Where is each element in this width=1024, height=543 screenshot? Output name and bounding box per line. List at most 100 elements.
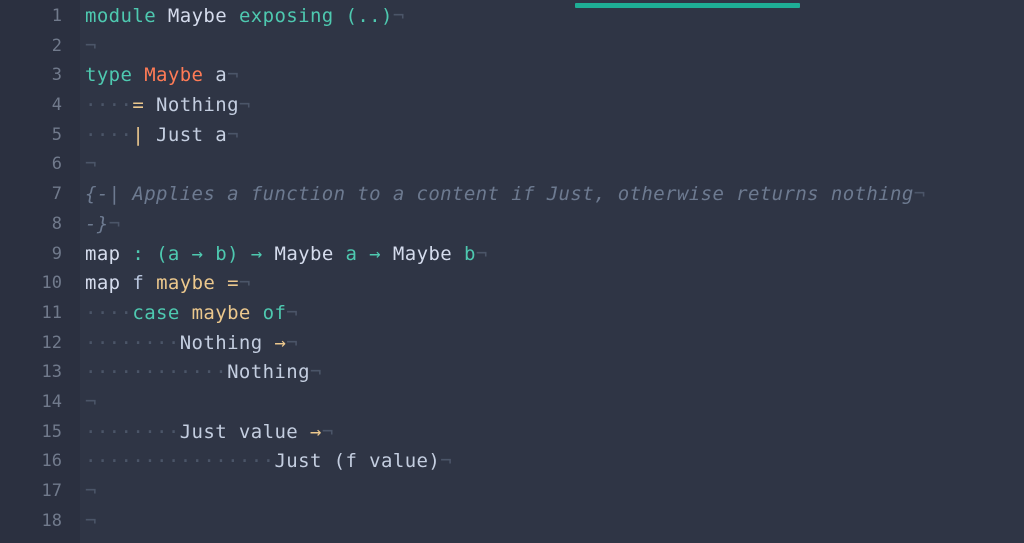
- line-number: 7: [51, 184, 62, 205]
- code-line[interactable]: module Maybe exposing (..)¬: [85, 2, 1024, 32]
- line-number: 15: [41, 421, 62, 442]
- whitespace-marker: ····: [85, 94, 133, 117]
- code-token: value: [369, 450, 429, 473]
- line-number: 13: [41, 362, 62, 383]
- line-number: 1: [51, 6, 62, 26]
- code-line[interactable]: map : (a → b) → Maybe a → Maybe b¬: [85, 240, 1024, 270]
- code-token: =: [227, 272, 239, 295]
- eol-marker: ¬: [227, 123, 239, 146]
- code-token: Maybe: [167, 5, 228, 27]
- code-line[interactable]: ¬: [85, 150, 1024, 180]
- line-number: 11: [41, 302, 62, 323]
- eol-marker: ¬: [227, 64, 239, 87]
- code-line[interactable]: ····| Just a¬: [85, 121, 1024, 151]
- code-token: case: [132, 301, 180, 324]
- code-token: f: [132, 272, 145, 295]
- accent-progress-bar: [575, 3, 800, 8]
- code-line[interactable]: ¬: [85, 388, 1024, 418]
- whitespace-marker: ····: [85, 123, 133, 146]
- code-token: Maybe: [274, 242, 334, 265]
- eol-marker: ¬: [286, 331, 299, 354]
- code-line[interactable]: ¬: [85, 32, 1024, 62]
- whitespace-marker: ········: [85, 420, 180, 443]
- code-token: Just: [274, 450, 322, 473]
- code-token: exposing: [238, 5, 334, 27]
- code-token: =: [132, 94, 145, 117]
- code-line[interactable]: map f maybe =¬: [85, 269, 1024, 299]
- line-number: 18: [41, 510, 62, 531]
- code-line[interactable]: ····= Nothing¬: [85, 91, 1024, 121]
- code-line[interactable]: ········Just value →¬: [85, 418, 1024, 448]
- eol-marker: ¬: [475, 242, 488, 265]
- code-line[interactable]: ¬: [85, 477, 1024, 507]
- eol-marker: ¬: [85, 34, 97, 57]
- eol-marker: ¬: [108, 212, 121, 235]
- code-token: (: [333, 450, 346, 473]
- eol-marker: ¬: [392, 5, 405, 27]
- code-token: type: [85, 64, 133, 87]
- code-token: a: [215, 123, 228, 146]
- code-token: Nothing: [227, 361, 310, 384]
- code-token: a: [215, 64, 228, 87]
- code-token: Just: [156, 123, 204, 146]
- code-editor[interactable]: 1 2 3 4 5 6 7 8 9 10 11 12 13 14 15 16 17 18 module Maybe…: [0, 0, 1024, 543]
- line-number: 5: [51, 124, 62, 145]
- line-number: 2: [51, 35, 62, 56]
- code-token: a: [167, 242, 180, 265]
- code-line[interactable]: ····case maybe of¬: [85, 299, 1024, 329]
- code-line[interactable]: ¬: [85, 507, 1024, 537]
- line-number-gutter: 1 2 3 4 5 6 7 8 9 10 11 12 13 14 15 16 17 18: [0, 0, 80, 543]
- code-token: map: [85, 272, 121, 295]
- eol-marker: ¬: [238, 272, 251, 295]
- code-token: b: [215, 242, 228, 265]
- code-token: map: [85, 242, 121, 265]
- eol-marker: ¬: [85, 390, 97, 413]
- line-number: 9: [51, 243, 62, 264]
- line-number: 8: [51, 213, 62, 234]
- whitespace-marker: ········: [85, 331, 180, 354]
- eol-marker: ¬: [440, 450, 453, 473]
- code-content-area[interactable]: module Maybe exposing (..)¬ ¬ type Maybe a…: [80, 0, 1024, 543]
- eol-marker: ¬: [309, 361, 322, 384]
- line-number: 12: [41, 332, 62, 353]
- code-token: :: [132, 242, 145, 265]
- whitespace-marker: ············: [85, 361, 228, 384]
- code-line[interactable]: ········Nothing →¬: [85, 329, 1024, 359]
- code-token: Nothing: [179, 331, 263, 354]
- code-token: value: [238, 420, 299, 443]
- code-line[interactable]: ············Nothing¬: [85, 358, 1024, 388]
- code-token: →: [309, 420, 322, 443]
- code-token: Maybe: [392, 242, 453, 265]
- code-token: of: [262, 301, 287, 324]
- code-token: f: [345, 450, 358, 473]
- code-line[interactable]: {-| Applies a function to a content if J…: [85, 180, 1024, 210]
- whitespace-marker: ····: [85, 301, 133, 324]
- eol-marker: ¬: [238, 94, 251, 117]
- code-line[interactable]: ················Just (f value)¬: [85, 447, 1024, 477]
- code-line[interactable]: -}¬: [85, 210, 1024, 240]
- eol-marker: ¬: [85, 153, 97, 176]
- code-line[interactable]: type Maybe a¬: [85, 61, 1024, 91]
- line-number: 10: [41, 273, 62, 294]
- eol-marker: ¬: [286, 301, 299, 324]
